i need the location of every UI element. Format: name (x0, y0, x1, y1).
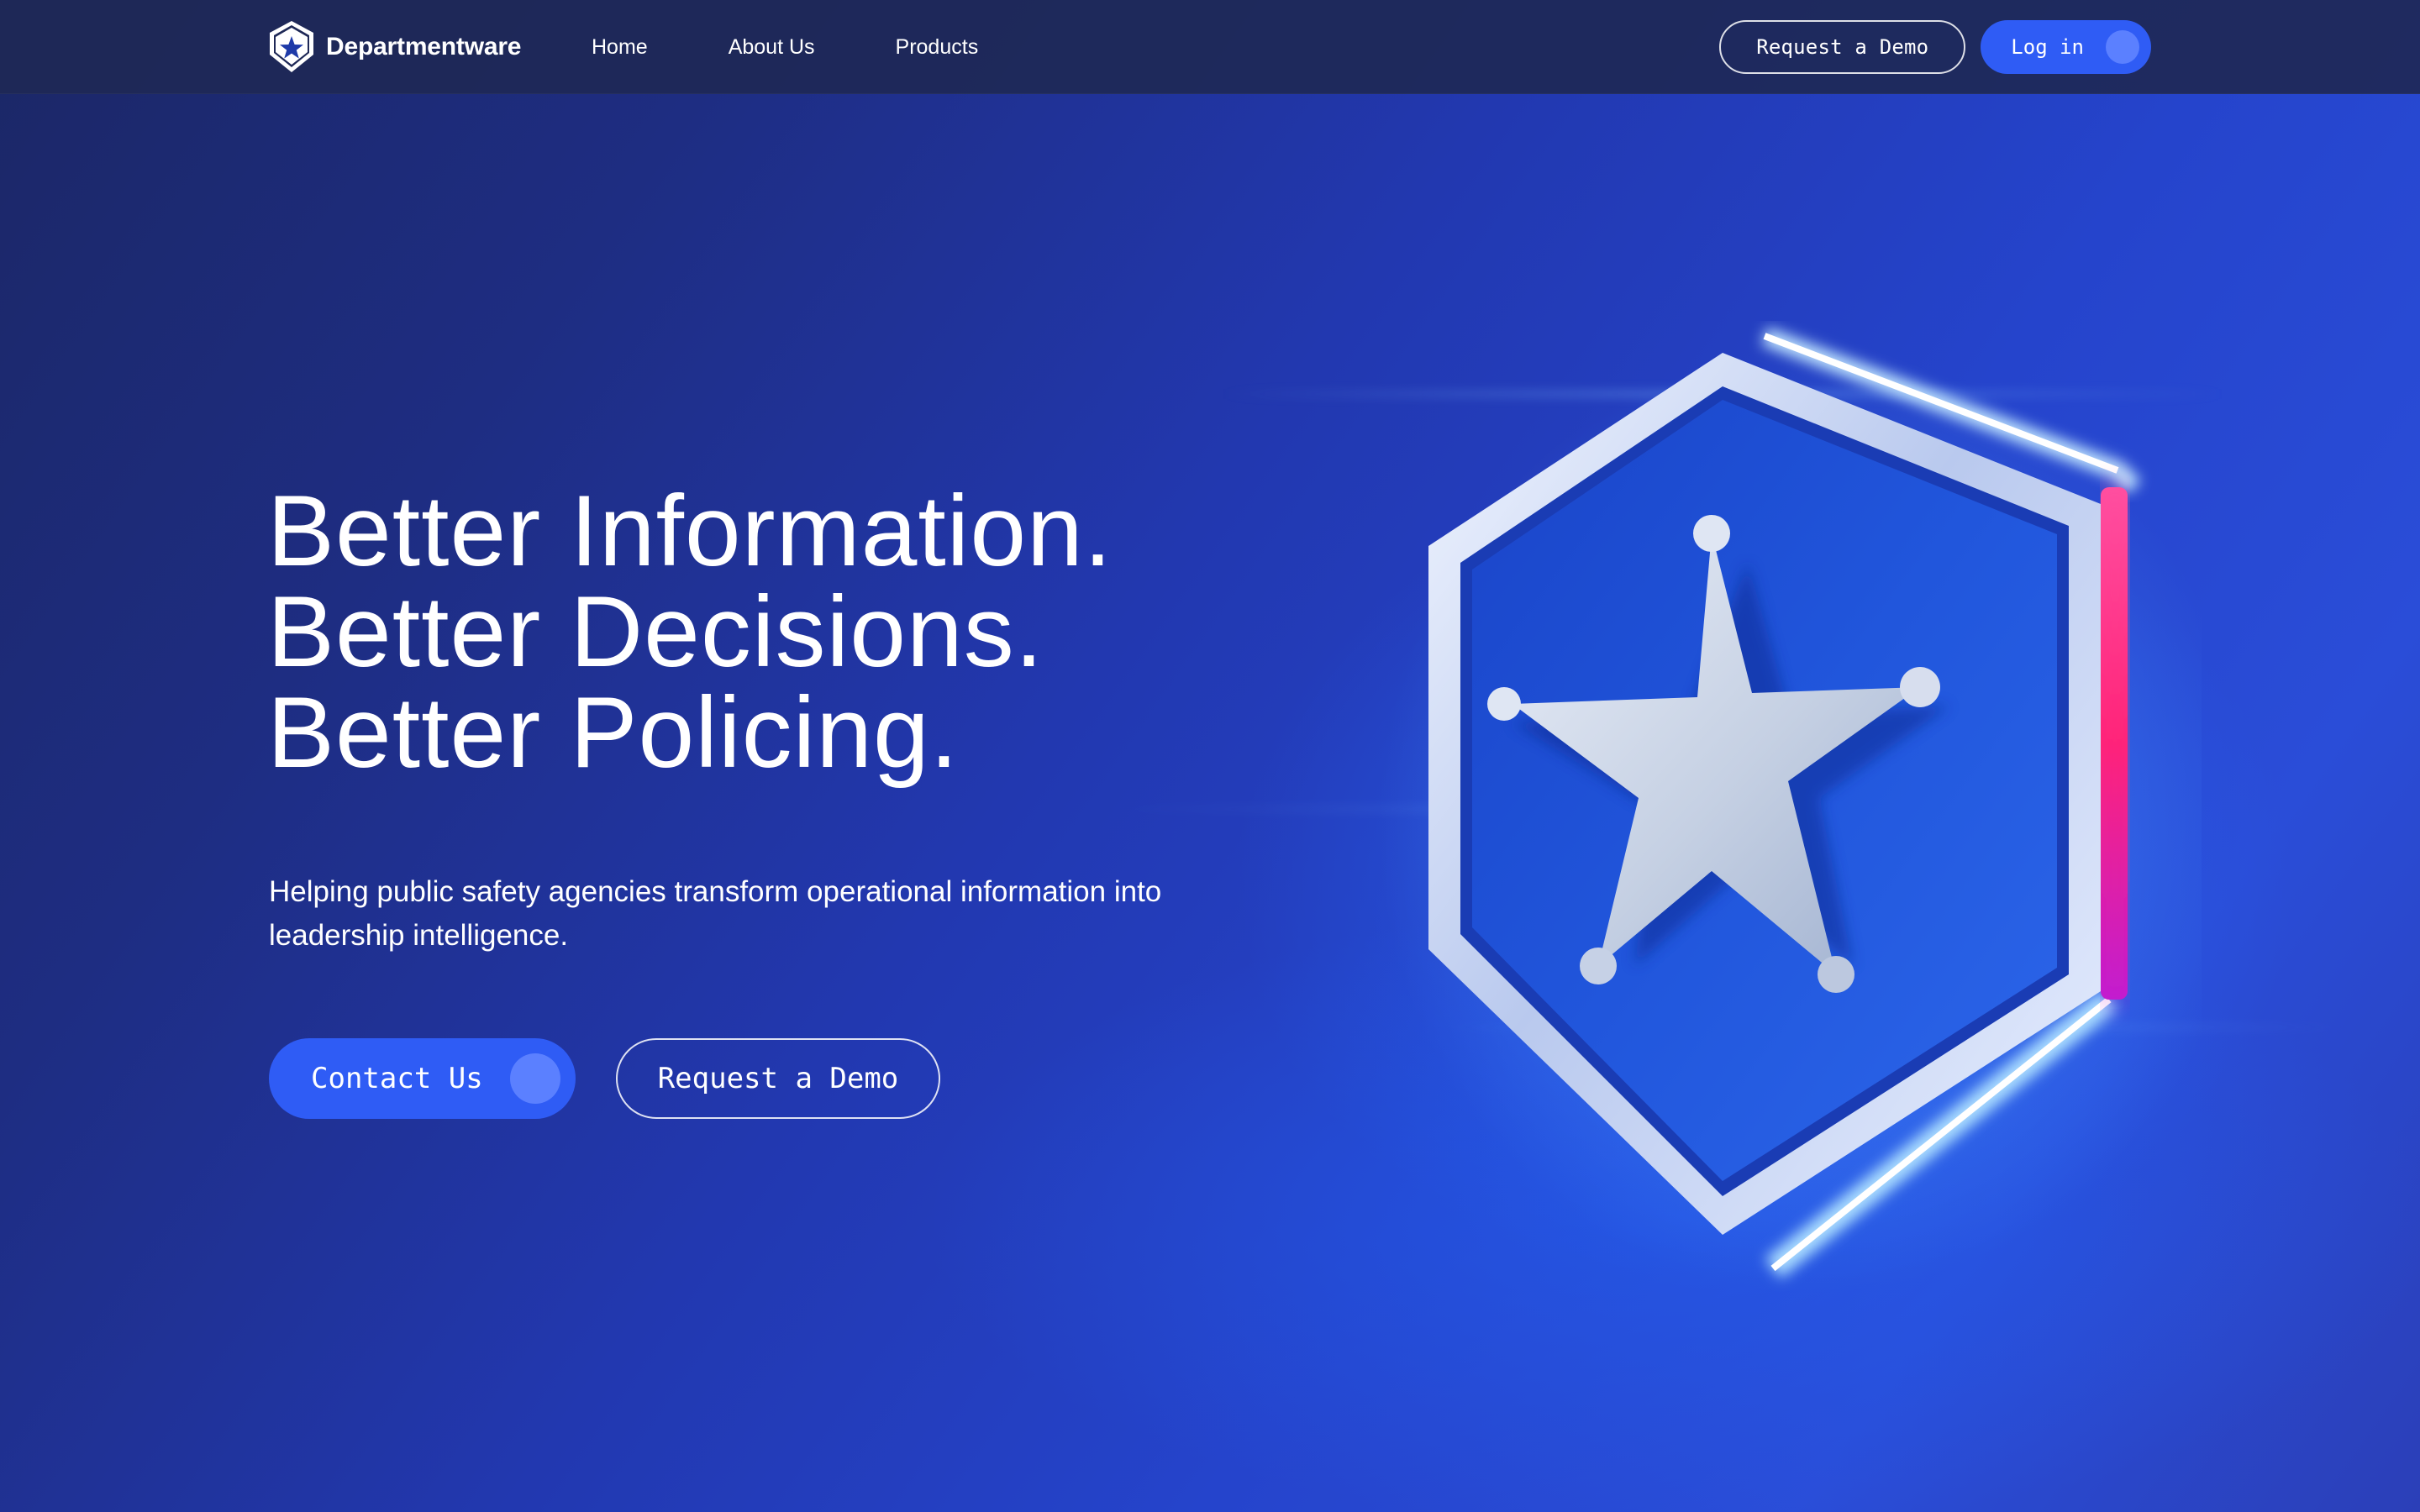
hero-title-line: Better Policing. (267, 676, 960, 789)
request-demo-hero-label: Request a Demo (657, 1062, 899, 1095)
contact-us-label: Contact Us (311, 1062, 483, 1095)
brand-home-link[interactable]: Departmentware (267, 18, 521, 76)
hero-title: Better Information. Better Decisions. Be… (267, 480, 1113, 783)
hero-title-line: Better Information. (267, 475, 1113, 587)
nav-link-products[interactable]: Products (896, 30, 979, 64)
nav-link-home[interactable]: Home (592, 30, 648, 64)
login-label: Log in (2011, 35, 2084, 59)
main-nav: Home About Us Products (592, 30, 1059, 64)
contact-us-button[interactable]: Contact Us (269, 1038, 576, 1119)
circle-dot-icon (509, 1053, 560, 1104)
circle-dot-icon (2106, 30, 2139, 64)
hero-actions: Contact Us Request a Demo (269, 1038, 941, 1119)
nav-actions: Request a Demo Log in (1719, 20, 2151, 74)
hero-title-line: Better Decisions. (267, 575, 1044, 688)
nav-link-about-us[interactable]: About Us (729, 30, 815, 64)
request-demo-nav-button[interactable]: Request a Demo (1719, 20, 1966, 74)
police-badge-star-icon (1378, 327, 2202, 1294)
top-navbar: Departmentware Home About Us Products Re… (0, 0, 2420, 94)
request-demo-nav-label: Request a Demo (1756, 35, 1929, 59)
shield-star-logo-icon (270, 21, 313, 72)
hero-subtitle: Helping public safety agencies transform… (269, 875, 1162, 952)
login-button[interactable]: Log in (1981, 20, 2151, 74)
landing-page: Departmentware Home About Us Products Re… (0, 0, 2420, 1512)
brand-name: Departmentware (326, 33, 522, 60)
request-demo-hero-button[interactable]: Request a Demo (615, 1038, 941, 1119)
